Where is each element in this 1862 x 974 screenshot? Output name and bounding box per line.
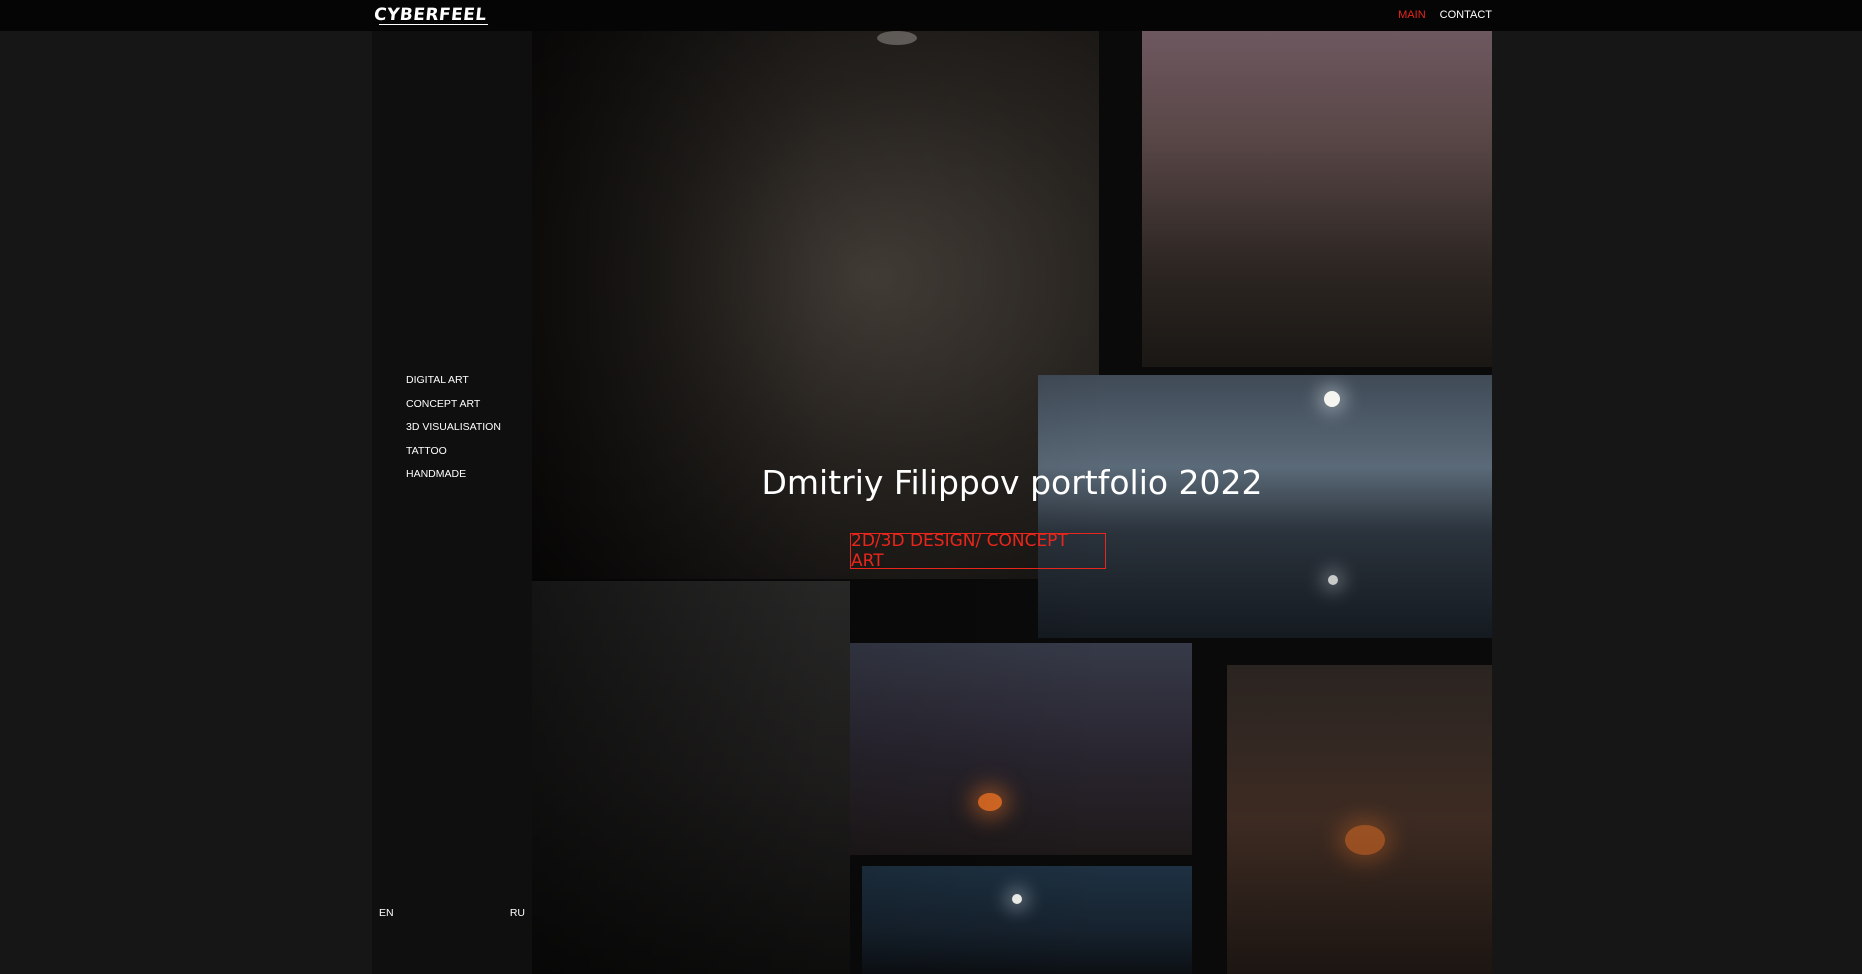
- menu-item-tattoo[interactable]: TATTOO: [406, 440, 501, 464]
- page-title: Dmitriy Filippov portfolio 2022: [761, 463, 1263, 502]
- top-bar: CYBERFEEL MAIN CONTACT: [0, 0, 1862, 31]
- lang-ru-link[interactable]: RU: [510, 907, 525, 919]
- menu-item-concept-art[interactable]: CONCEPT ART: [406, 393, 501, 417]
- hero-overlay: [532, 31, 1492, 974]
- menu-item-digital-art[interactable]: DIGITAL ART: [406, 369, 501, 393]
- nav-main-link[interactable]: MAIN: [1398, 9, 1426, 21]
- menu-item-3d-visualisation[interactable]: 3D VISUALISATION: [406, 416, 501, 440]
- category-menu: DIGITAL ART CONCEPT ART 3D VISUALISATION…: [406, 369, 501, 487]
- hero-section: Dmitriy Filippov portfolio 2022 2D/3D DE…: [532, 31, 1492, 974]
- cta-button[interactable]: 2D/3D DESIGN/ CONCEPT ART: [850, 531, 1106, 571]
- site-logo[interactable]: CYBERFEEL: [373, 4, 488, 26]
- top-nav: MAIN CONTACT: [1398, 9, 1492, 21]
- sidebar: DIGITAL ART CONCEPT ART 3D VISUALISATION…: [372, 31, 532, 974]
- nav-contact-link[interactable]: CONTACT: [1440, 9, 1492, 21]
- menu-item-handmade[interactable]: HANDMADE: [406, 463, 501, 487]
- lang-en-link[interactable]: EN: [379, 907, 394, 919]
